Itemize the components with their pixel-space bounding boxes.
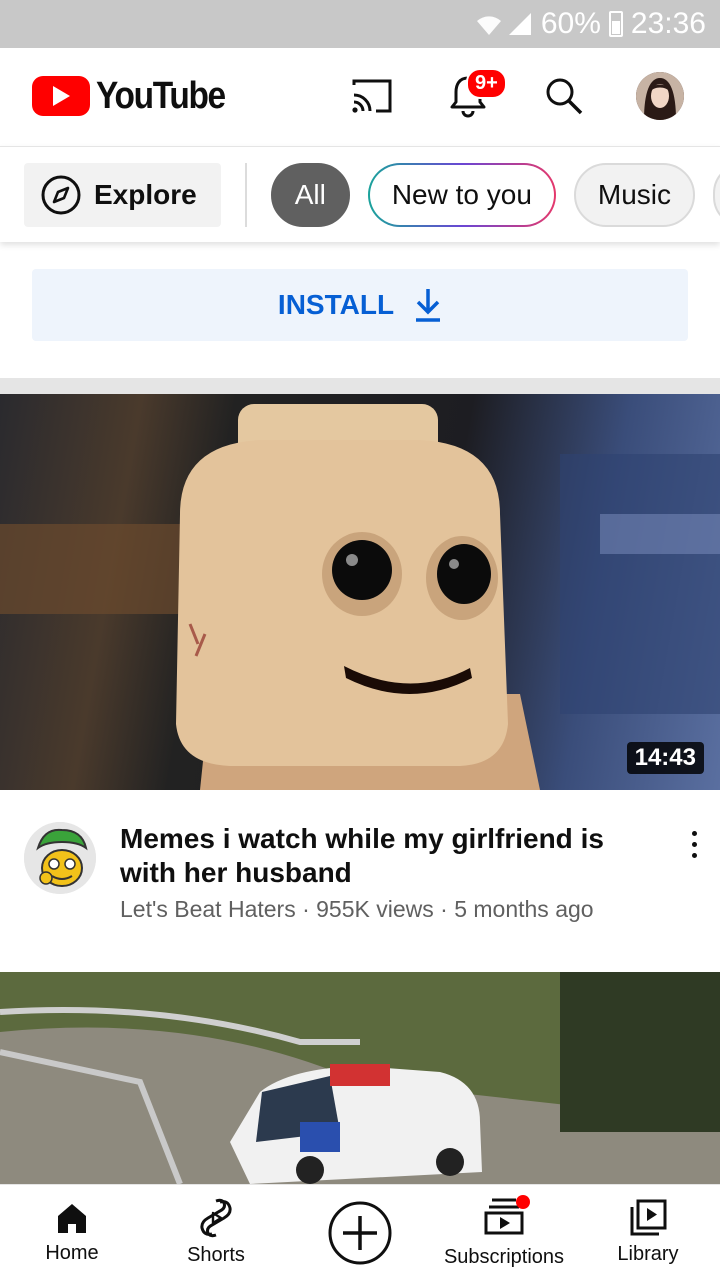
video-details: Memes i watch while my girlfriend is wit… <box>0 790 720 972</box>
chip-music[interactable]: Music <box>573 162 696 227</box>
chip-label: All <box>294 178 326 210</box>
library-icon <box>630 1199 667 1236</box>
nav-library[interactable]: Library <box>578 1199 718 1266</box>
youtube-logo[interactable]: YouTube <box>32 75 242 118</box>
video-title[interactable]: Memes i watch while my girlfriend is wit… <box>120 822 650 890</box>
top-app-bar: YouTube 9+ <box>0 48 720 144</box>
cast-icon <box>352 79 392 113</box>
video-thumbnail[interactable] <box>0 972 720 1184</box>
shorts-icon <box>200 1198 232 1238</box>
nav-shorts[interactable]: Shorts <box>146 1198 286 1267</box>
chip-label: Music <box>597 178 672 210</box>
thumbnail-image <box>0 972 720 1184</box>
nav-subscriptions-label: Subscriptions <box>443 1245 565 1268</box>
download-icon <box>416 289 441 322</box>
youtube-play-icon <box>32 76 90 116</box>
nav-home-label: Home <box>45 1242 99 1264</box>
thumbnail-image <box>0 404 720 790</box>
signal-icon <box>508 13 531 35</box>
nav-home[interactable]: Home <box>2 1200 142 1265</box>
section-separator <box>0 378 720 394</box>
search-button[interactable] <box>536 68 592 124</box>
chip-all[interactable]: All <box>270 162 350 227</box>
nav-subscriptions[interactable]: Subscriptions <box>434 1194 574 1269</box>
chips-divider <box>244 162 247 227</box>
filter-chips-bar: Explore All New to you Music <box>0 146 720 242</box>
status-icons <box>475 11 533 37</box>
compass-icon <box>41 175 81 214</box>
install-button[interactable]: INSTALL <box>32 269 688 341</box>
search-icon <box>546 78 583 115</box>
new-content-dot <box>516 1194 530 1209</box>
explore-chip-label: Explore <box>94 178 197 210</box>
chip-new-to-you[interactable]: New to you <box>368 163 556 227</box>
chip-label: New to you <box>391 178 532 210</box>
bottom-navigation: Home Shorts Subscriptions Library <box>0 1184 720 1280</box>
account-button[interactable] <box>632 68 688 124</box>
notification-count-badge: 9+ <box>466 68 507 99</box>
more-vert-icon[interactable] <box>682 822 706 866</box>
battery-icon <box>608 11 623 37</box>
battery-percent: 60% <box>540 7 601 40</box>
appbar-actions: 9+ <box>304 68 688 124</box>
logo-wordmark: YouTube <box>96 74 226 117</box>
account-avatar <box>636 72 684 120</box>
video-subtitle: Let's Beat Haters · 955K views · 5 month… <box>120 896 594 922</box>
install-banner: INSTALL <box>0 242 720 378</box>
channel-avatar[interactable] <box>24 822 96 894</box>
video-duration: 14:43 <box>626 742 704 774</box>
add-circle-icon <box>328 1201 392 1264</box>
install-button-label: INSTALL <box>277 289 395 320</box>
clock: 23:36 <box>630 7 706 40</box>
video-thumbnail[interactable]: 14:43 <box>0 394 720 790</box>
nav-create[interactable] <box>290 1200 430 1266</box>
subscriptions-icon-wrap <box>484 1194 530 1240</box>
nav-library-label: Library <box>617 1243 679 1265</box>
chip-more-partial[interactable] <box>713 162 720 227</box>
home-icon <box>58 1204 86 1233</box>
status-bar: 60% 23:36 <box>0 0 720 48</box>
explore-chip[interactable]: Explore <box>24 162 221 227</box>
wifi-icon <box>476 16 501 35</box>
notifications-button[interactable]: 9+ <box>440 68 507 124</box>
cast-button[interactable] <box>344 68 400 124</box>
nav-shorts-label: Shorts <box>187 1244 245 1266</box>
